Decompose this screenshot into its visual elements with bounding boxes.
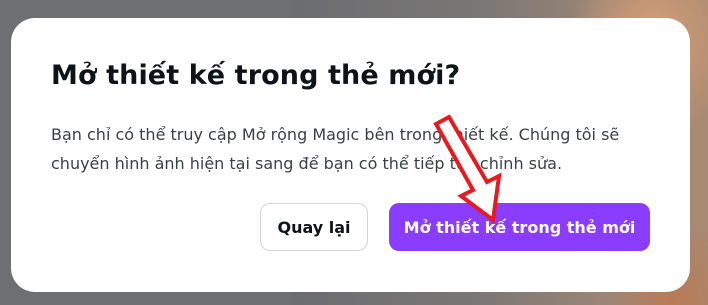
back-button[interactable]: Quay lại (260, 203, 368, 251)
dialog-title: Mở thiết kế trong thẻ mới? (51, 60, 461, 91)
open-in-new-tab-dialog: Mở thiết kế trong thẻ mới? Bạn chỉ có th… (11, 18, 690, 292)
dialog-message: Bạn chỉ có thể truy cập Mở rộng Magic bê… (51, 125, 620, 173)
open-in-new-tab-button[interactable]: Mở thiết kế trong thẻ mới (389, 203, 650, 251)
